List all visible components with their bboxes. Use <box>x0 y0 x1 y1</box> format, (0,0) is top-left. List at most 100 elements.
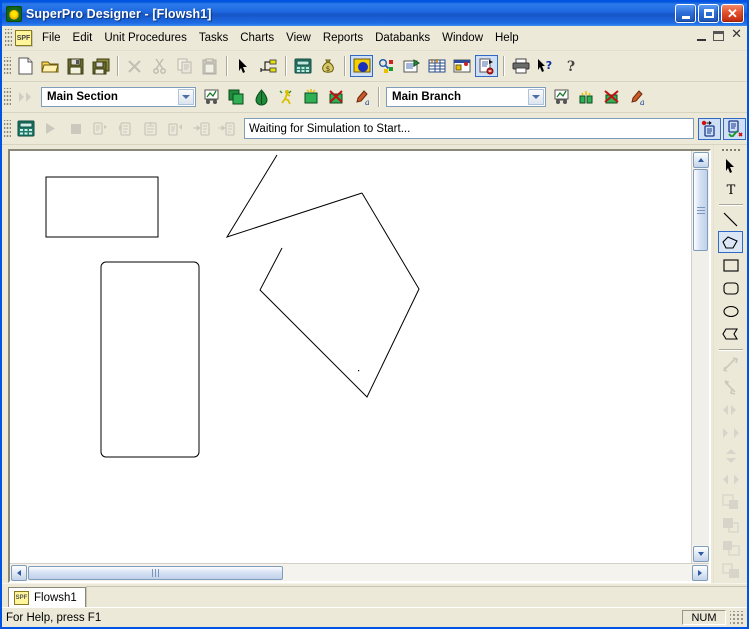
menu-item-reports[interactable]: Reports <box>317 29 369 47</box>
title-bar: SuperPro Designer - [Flowsh1] ✕ <box>2 2 747 26</box>
duplicate-section-icon[interactable] <box>225 86 248 108</box>
stop-icon <box>64 118 87 140</box>
rectangle-shape-1[interactable] <box>45 176 159 238</box>
mdi-restore-icon[interactable] <box>713 31 725 41</box>
maximize-icon <box>699 5 718 22</box>
section-tree-icon[interactable] <box>250 86 273 108</box>
table-report-icon[interactable] <box>425 55 448 77</box>
scroll-down-arrow-icon[interactable] <box>693 546 709 562</box>
horizontal-scrollbar[interactable] <box>10 563 709 581</box>
menu-item-view[interactable]: View <box>280 29 317 47</box>
polygon-tool[interactable] <box>718 231 743 254</box>
flowsheet-canvas[interactable] <box>10 151 691 563</box>
open-polyline-shape-3[interactable] <box>225 154 363 238</box>
align-left-tool <box>718 399 743 421</box>
rectangle-tool[interactable] <box>718 254 743 276</box>
palette-drag-grip[interactable] <box>720 148 741 154</box>
help-pointer-icon[interactable]: ? <box>534 55 557 77</box>
branch-chart-icon[interactable] <box>550 86 573 108</box>
menu-item-databanks[interactable]: Databanks <box>369 29 436 47</box>
connect-streams-icon[interactable] <box>257 55 280 77</box>
print-icon[interactable] <box>509 55 532 77</box>
svg-text:?: ? <box>566 59 574 74</box>
minimize-button[interactable] <box>675 4 696 23</box>
menu-item-edit[interactable]: Edit <box>67 29 99 47</box>
tab-flowsh1[interactable]: SPF Flowsh1 <box>8 587 86 607</box>
maximize-button[interactable] <box>698 4 719 23</box>
align-vertical-tool <box>718 445 743 467</box>
close-button[interactable]: ✕ <box>721 4 744 23</box>
text-tool[interactable]: T <box>718 178 743 200</box>
document-icon[interactable]: SPF <box>15 30 32 46</box>
svg-text:T: T <box>726 183 735 196</box>
vertical-scroll-track[interactable] <box>692 251 709 545</box>
rename-section-icon[interactable]: a <box>350 86 373 108</box>
rounded-rectangle-shape-2[interactable] <box>100 261 200 458</box>
menu-item-file[interactable]: File <box>36 29 67 47</box>
simulation-calculator-icon[interactable] <box>14 118 37 140</box>
menu-item-tasks[interactable]: Tasks <box>193 29 234 47</box>
open-polygon-shape-4[interactable] <box>259 192 420 398</box>
toolbar-separator <box>503 56 504 76</box>
document-tab-bar: SPF Flowsh1 <box>2 583 747 607</box>
vertical-scroll-thumb[interactable] <box>693 169 708 251</box>
resize-grip-icon[interactable] <box>730 610 744 625</box>
flag-ok-icon[interactable] <box>723 117 746 140</box>
tab-bar-filler <box>86 586 747 607</box>
spreadsheet-icon[interactable] <box>450 55 473 77</box>
menu-drag-grip[interactable] <box>5 29 12 47</box>
simulation-toolbar-grip[interactable] <box>4 119 11 138</box>
horizontal-scroll-thumb[interactable] <box>28 565 283 580</box>
copy-icon <box>173 55 196 77</box>
rounded-rectangle-tool[interactable] <box>718 277 743 299</box>
advance-icon <box>14 86 37 108</box>
scroll-up-arrow-icon[interactable] <box>693 152 709 168</box>
delete-branch-icon[interactable] <box>600 86 623 108</box>
flowsheet-view-icon[interactable] <box>350 55 373 77</box>
new-file-icon[interactable] <box>14 55 37 77</box>
branch-combo-value: Main Branch <box>392 91 462 103</box>
scroll-right-arrow-icon[interactable] <box>692 564 708 581</box>
section-run-icon[interactable] <box>275 86 298 108</box>
new-branch-icon[interactable] <box>575 86 598 108</box>
calculator-icon[interactable] <box>291 55 314 77</box>
save-all-icon[interactable] <box>89 55 112 77</box>
branch-combo[interactable]: Main Branch <box>386 87 546 107</box>
menu-item-window[interactable]: Window <box>436 29 489 47</box>
main-toolbar-grip[interactable] <box>4 57 11 75</box>
parallelogram-tool[interactable] <box>718 323 743 345</box>
economics-moneybag-icon[interactable]: $ <box>316 55 339 77</box>
svg-text:?: ? <box>546 59 552 72</box>
flag-error-icon[interactable] <box>698 117 721 140</box>
delete-icon <box>123 55 146 77</box>
open-folder-icon[interactable] <box>39 55 62 77</box>
vertical-scrollbar[interactable] <box>691 151 709 563</box>
new-section-icon[interactable] <box>300 86 323 108</box>
section-toolbar-grip[interactable] <box>4 88 11 106</box>
menu-item-unit-procedures[interactable]: Unit Procedures <box>98 29 192 47</box>
toolbar-separator <box>344 56 345 76</box>
select-arrow-icon[interactable] <box>232 55 255 77</box>
scroll-left-arrow-icon[interactable] <box>11 564 27 581</box>
mdi-minimize-icon[interactable] <box>697 30 706 41</box>
menu-bar: SPF File Edit Unit Procedures Tasks Char… <box>2 26 747 51</box>
chevron-down-icon[interactable] <box>528 89 544 105</box>
rename-branch-icon[interactable]: a <box>625 86 648 108</box>
chevron-down-icon[interactable] <box>178 89 194 105</box>
menu-item-charts[interactable]: Charts <box>234 29 280 47</box>
mdi-close-icon[interactable]: ✕ <box>731 28 742 41</box>
delete-section-icon[interactable] <box>325 86 348 108</box>
main-toolbar: $ ? ? <box>2 51 747 82</box>
stream-summary-icon[interactable] <box>375 55 398 77</box>
minimize-icon <box>676 5 695 22</box>
save-icon[interactable] <box>64 55 87 77</box>
menu-item-help[interactable]: Help <box>489 29 525 47</box>
report-icon[interactable] <box>400 55 423 77</box>
select-arrow-tool[interactable] <box>718 155 743 177</box>
ellipse-tool[interactable] <box>718 300 743 322</box>
document-stop-icon[interactable] <box>475 55 498 77</box>
section-chart-icon[interactable] <box>200 86 223 108</box>
help-question-icon[interactable]: ? <box>559 55 582 77</box>
line-tool[interactable] <box>718 208 743 230</box>
section-combo[interactable]: Main Section <box>41 87 196 107</box>
